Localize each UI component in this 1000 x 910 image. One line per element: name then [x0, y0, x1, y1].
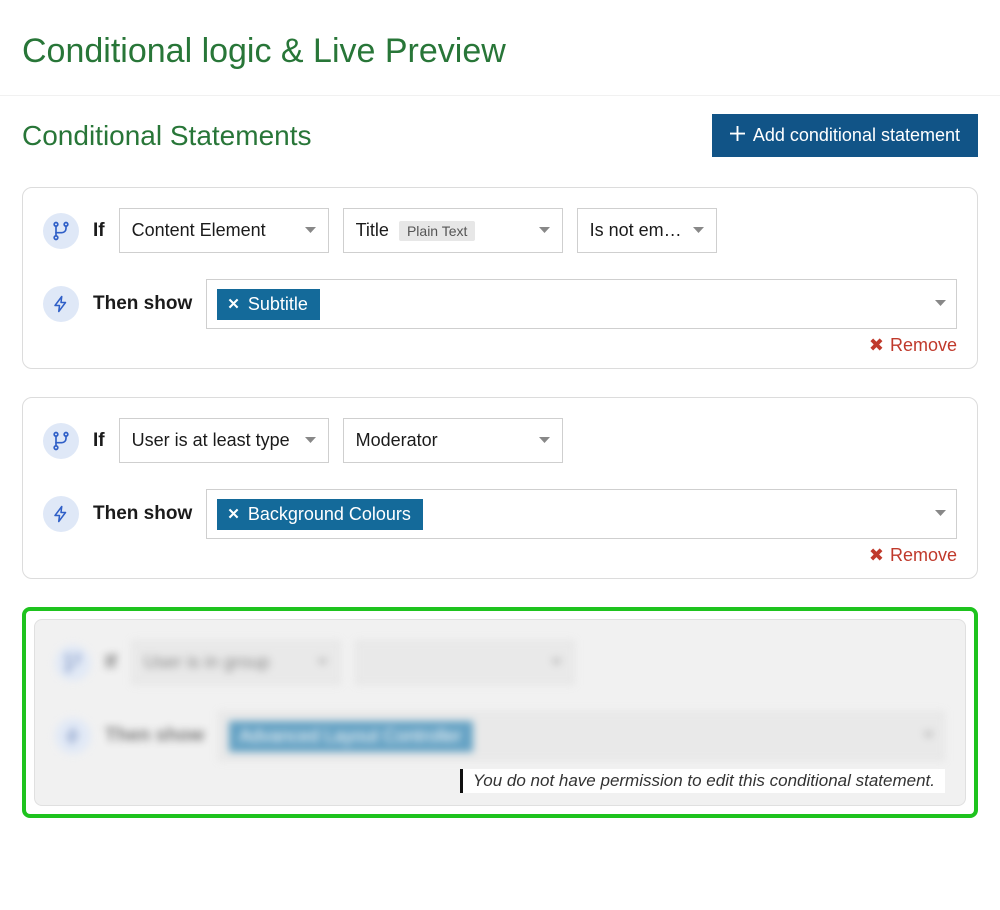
tag-label: Advanced Layout Controller: [239, 726, 461, 747]
role-select[interactable]: Moderator: [343, 418, 563, 463]
operator-select[interactable]: Is not em…: [577, 208, 717, 253]
field-select[interactable]: Title Plain Text: [343, 208, 563, 253]
then-show-label: Then show: [93, 293, 192, 315]
branch-icon: [55, 645, 91, 681]
divider: [0, 95, 1000, 96]
condition-type-value: User is at least type: [132, 430, 290, 451]
locked-conditional-card: If User is in group Then show: [34, 619, 966, 806]
locked-highlight: If User is in group Then show: [22, 607, 978, 818]
close-icon: ✖: [869, 335, 884, 356]
condition-type-select[interactable]: Content Element: [119, 208, 329, 253]
conditional-card: If User is at least type Moderator Then …: [22, 397, 978, 579]
remove-label: Remove: [890, 545, 957, 566]
then-show-select[interactable]: ✕ Background Colours: [206, 489, 957, 539]
remove-label: Remove: [890, 335, 957, 356]
tag-label: Subtitle: [248, 294, 308, 315]
tag-subtitle[interactable]: ✕ Subtitle: [217, 289, 320, 320]
condition-type-value: User is in group: [144, 652, 270, 673]
condition-type-value: Content Element: [132, 220, 266, 241]
then-show-select: Advanced Layout Controller: [218, 711, 945, 761]
chevron-down-icon: [305, 227, 316, 235]
close-icon[interactable]: ✕: [227, 505, 240, 523]
if-label: If: [93, 220, 105, 242]
page-title: Conditional logic & Live Preview: [22, 32, 978, 71]
chevron-down-icon: [935, 300, 946, 308]
if-label: If: [93, 430, 105, 452]
chevron-down-icon: [693, 227, 704, 235]
tag-advanced-layout: Advanced Layout Controller: [229, 721, 473, 752]
close-icon: ✖: [869, 545, 884, 566]
if-label: If: [105, 652, 117, 674]
chevron-down-icon: [305, 437, 316, 445]
section-title: Conditional Statements: [22, 120, 312, 152]
branch-icon: [43, 213, 79, 249]
then-show-label: Then show: [105, 725, 204, 747]
lightning-icon: [43, 286, 79, 322]
then-show-select[interactable]: ✕ Subtitle: [206, 279, 957, 329]
tag-background-colours[interactable]: ✕ Background Colours: [217, 499, 423, 530]
condition-type-select[interactable]: User is at least type: [119, 418, 329, 463]
lightning-icon: [55, 718, 91, 754]
then-show-label: Then show: [93, 503, 192, 525]
chevron-down-icon: [551, 659, 562, 667]
branch-icon: [43, 423, 79, 459]
plus-icon: [730, 125, 745, 146]
close-icon[interactable]: ✕: [227, 295, 240, 313]
chevron-down-icon: [923, 732, 934, 740]
tag-label: Background Colours: [248, 504, 411, 525]
field-kind-badge: Plain Text: [399, 221, 475, 241]
permission-warning: You do not have permission to edit this …: [460, 769, 945, 793]
field-label: Title: [356, 220, 389, 241]
lightning-icon: [43, 496, 79, 532]
role-value: Moderator: [356, 430, 438, 451]
remove-statement-link[interactable]: ✖ Remove: [869, 335, 957, 356]
conditional-card: If Content Element Title Plain Text Is n…: [22, 187, 978, 369]
condition-type-select: User is in group: [131, 640, 341, 685]
operator-value: Is not em…: [590, 220, 682, 241]
chevron-down-icon: [539, 437, 550, 445]
add-conditional-label: Add conditional statement: [753, 125, 960, 146]
chevron-down-icon: [317, 659, 328, 667]
chevron-down-icon: [935, 510, 946, 518]
value-select: [355, 640, 575, 685]
chevron-down-icon: [539, 227, 550, 235]
add-conditional-button[interactable]: Add conditional statement: [712, 114, 978, 157]
remove-statement-link[interactable]: ✖ Remove: [869, 545, 957, 566]
